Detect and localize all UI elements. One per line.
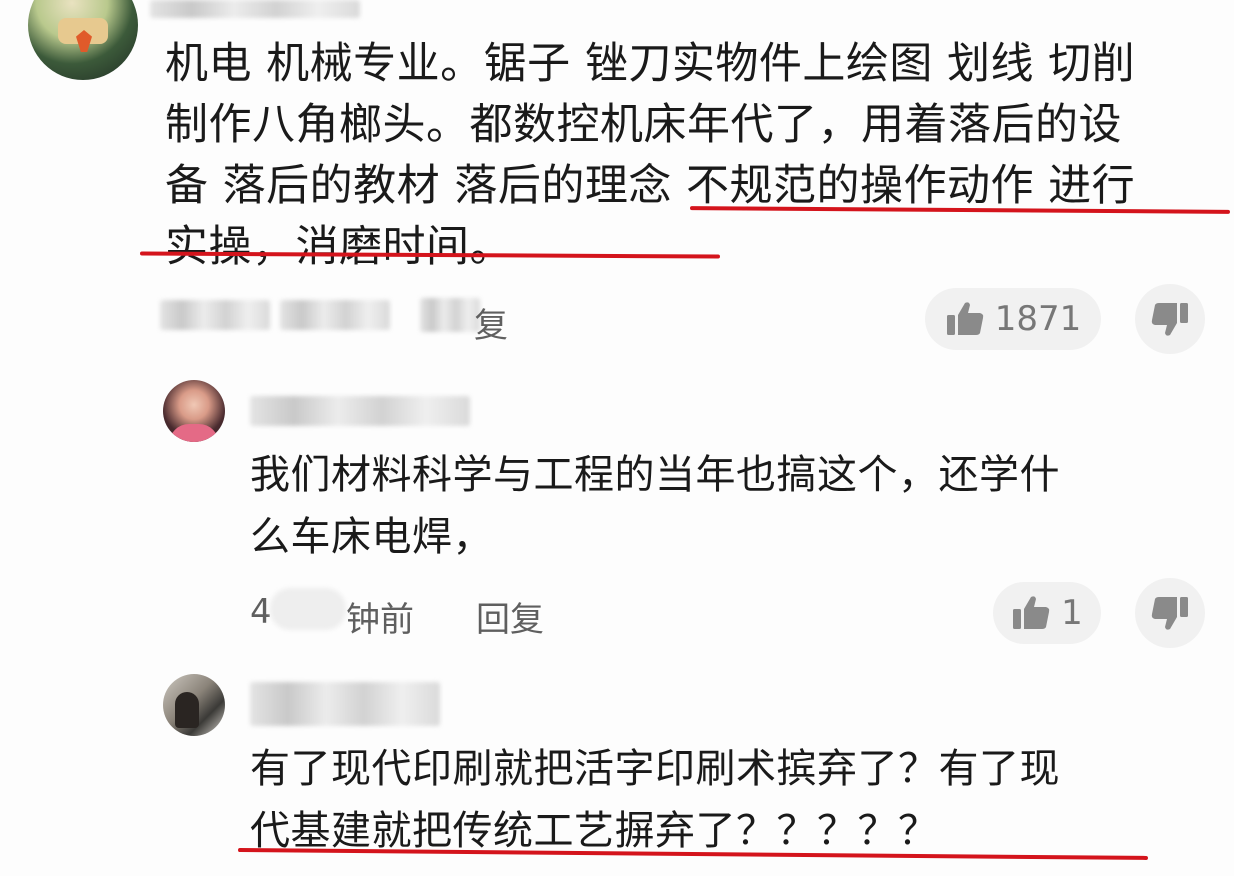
username-redacted[interactable] [250, 396, 470, 426]
timestamp-redacted [280, 300, 390, 330]
avatar-figure-decoration [175, 692, 199, 728]
avatar-shirt-decoration [169, 424, 219, 442]
thumbs-down-icon [1150, 300, 1190, 338]
username-redacted[interactable] [150, 0, 360, 18]
thumbs-up-icon [945, 300, 985, 338]
avatar[interactable] [28, 0, 138, 80]
main-comment-line: 实操，消磨时间。 [165, 222, 513, 272]
thumbs-up-icon [1011, 594, 1051, 632]
like-count: 1871 [994, 299, 1082, 339]
avatar[interactable] [163, 674, 225, 736]
reply-comment-line: 我们材料科学与工程的当年也搞这个，还学什 [250, 452, 1060, 498]
main-comment-line: 机电 机械专业。锯子 锉刀实物件上绘图 划线 切削 [165, 39, 1136, 89]
main-comment-text: 机电 机械专业。锯子 锉刀实物件上绘图 划线 切削 制作八角榔头。都数控机床年代… [165, 34, 1205, 278]
reply-comment-text: 有了现代印刷就把活字印刷术摈弃了？有了现 代基建就把传统工艺摒弃了？？？？？ [250, 738, 1190, 862]
reply-button[interactable]: 回复 [476, 592, 544, 641]
dislike-button[interactable] [1135, 578, 1205, 648]
timestamp-redacted [160, 300, 270, 330]
reply-comment-line: 有了现代印刷就把活字印刷术摈弃了？有了现 [250, 746, 1060, 792]
comment-thread: 机电 机械专业。锯子 锉刀实物件上绘图 划线 切削 制作八角榔头。都数控机床年代… [0, 0, 1234, 876]
username-redacted[interactable] [250, 682, 440, 726]
like-button[interactable]: 1871 [925, 288, 1101, 350]
dislike-button[interactable] [1135, 284, 1205, 354]
reply-comment-line: 么车床电焊， [250, 514, 493, 560]
like-button[interactable]: 1 [993, 582, 1101, 644]
timestamp: 钟前 [346, 600, 414, 640]
reply-button[interactable]: 复 [474, 298, 508, 347]
thumbs-down-icon [1150, 594, 1190, 632]
timestamp-redacted [270, 588, 346, 630]
reply-comment-text: 我们材料科学与工程的当年也搞这个，还学什 么车床电焊， [250, 444, 1190, 568]
like-count: 1 [1061, 593, 1083, 633]
avatar[interactable] [163, 380, 225, 442]
timestamp-prefix: 4 [250, 592, 272, 632]
reply-prefix-redacted [420, 298, 480, 332]
main-comment-line: 制作八角榔头。都数控机床年代了，用着落后的设 [165, 100, 1122, 150]
